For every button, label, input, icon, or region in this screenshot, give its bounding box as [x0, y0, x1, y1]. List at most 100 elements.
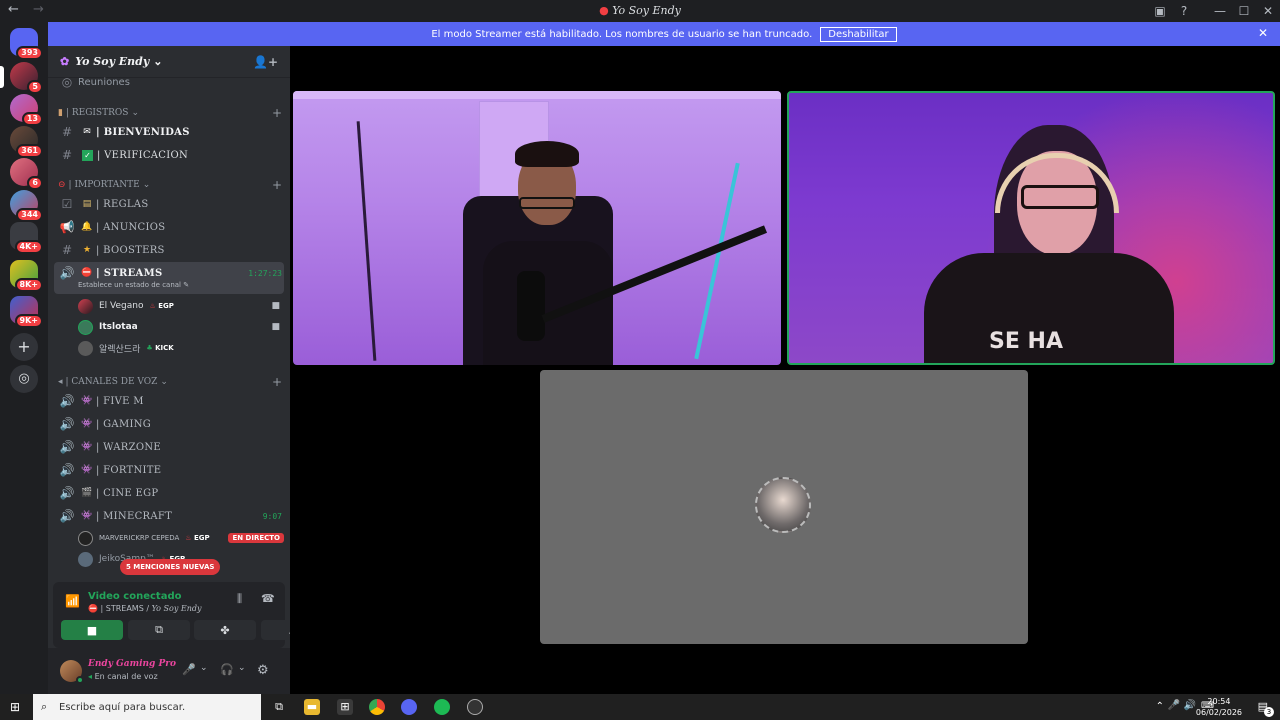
spotify-icon[interactable] [434, 699, 450, 715]
mic-icon[interactable]: 🎤 [182, 663, 196, 676]
window-controls: ▣ ? — ☐ ✕ [1148, 0, 1280, 22]
server-folder-icon[interactable]: 8K+ [10, 260, 43, 292]
obs-icon[interactable] [467, 699, 483, 715]
help-icon[interactable]: ? [1172, 4, 1196, 18]
mic-icon[interactable]: 🎤 [1168, 700, 1180, 711]
server-folder-icon[interactable]: 4K+ [10, 222, 43, 254]
gear-icon[interactable]: ⚙ [257, 663, 269, 678]
channel-cine-egp[interactable]: 🔊 🎬 | CINE EGP [56, 483, 284, 503]
video-tile[interactable] [293, 91, 781, 365]
light-pole [694, 162, 740, 360]
no-entry-icon: ⛔ [81, 268, 93, 278]
channel-verificacion[interactable]: # ✓ | VERIFICACION [56, 145, 284, 165]
close-icon[interactable]: ✕ [1258, 26, 1268, 40]
category-canales-de-voz[interactable]: ◂ | CANALES DE VOZ ⌄ + [58, 374, 284, 390]
channel-minecraft[interactable]: 🔊 👾 | MINECRAFT 9:07 [56, 506, 284, 526]
voice-timer: 9:07 [262, 511, 282, 521]
voice-speaker-icon: 🔊 [59, 394, 75, 408]
voice-user[interactable]: MARVERICKRP CEPEDA ♨ EGP EN DIRECTO [78, 528, 284, 548]
add-channel-icon[interactable]: + [272, 106, 282, 120]
signal-icon[interactable]: 📶 [65, 594, 80, 608]
file-explorer-icon[interactable]: ▬ [304, 699, 320, 715]
channel-anuncios[interactable]: 📢 🔔 | ANUNCIOS [56, 217, 284, 237]
camera-toggle-button[interactable]: ■ [61, 620, 123, 640]
chevron-down-icon: ⌄ [153, 55, 163, 68]
voice-user[interactable]: 알렉산드라 ♣ KICK [78, 338, 284, 358]
username[interactable]: Endy Gaming Pro [88, 659, 176, 669]
channel-reuniones[interactable]: ◎ Reuniones [56, 74, 284, 90]
disconnect-icon[interactable]: ☎ [261, 592, 275, 605]
server-icon[interactable]: 5 [10, 62, 43, 94]
add-server-icon[interactable]: + [10, 333, 38, 361]
discord-icon[interactable] [401, 699, 417, 715]
user-panel: Endy Gaming Pro ◂ En canal de voz 🎤 ⌄ 🎧 … [48, 648, 290, 694]
channel-reglas[interactable]: ☑ ▤ | REGLAS [56, 194, 284, 214]
channel-gaming[interactable]: 🔊 👾 | GAMING [56, 414, 284, 434]
invite-icon[interactable]: 👤+ [253, 55, 278, 69]
direct-messages-icon[interactable]: 393 [10, 28, 43, 60]
activities-button[interactable]: ✤ [194, 620, 256, 640]
chevron-up-icon[interactable]: ⌃ [1156, 701, 1164, 712]
channel-fortnite[interactable]: 🔊 👾 | FORTNITE [56, 460, 284, 480]
channel-streams[interactable]: 🔊 ⛔ | STREAMS 1:27:23 [56, 263, 284, 283]
channel-warzone[interactable]: 🔊 👾 | WARZONE [56, 437, 284, 457]
title-bar: ← → ● Yo Soy Endy ▣ ? — ☐ ✕ [0, 0, 1280, 22]
voice-connection-panel: 📶 Video conectado ⛔ | STREAMS / Yo Soy E… [53, 582, 323, 648]
category-importante[interactable]: ⊝ | IMPORTANTE ⌄ + [58, 177, 284, 193]
chevron-down-icon[interactable]: ⌄ [200, 663, 208, 673]
server-icon[interactable]: 13 [10, 94, 43, 126]
voice-user[interactable]: Itslotaa ■ [78, 317, 284, 337]
noise-suppression-icon[interactable]: ⫼ [237, 592, 242, 606]
windows-start-icon[interactable]: ⊞ [10, 700, 20, 714]
video-tile-camera-off[interactable] [540, 370, 1028, 644]
chrome-icon[interactable] [369, 699, 385, 715]
headphones-icon[interactable]: 🎧 [220, 663, 234, 676]
voice-user[interactable]: El Vegano ♨ EGP ■ [78, 296, 284, 316]
set-channel-status[interactable]: Establece un estado de canal ✎ [78, 281, 189, 289]
server-icon[interactable]: 361 [10, 126, 43, 158]
explore-icon[interactable]: ◎ [10, 365, 38, 393]
channel-sidebar: ✿ Yo Soy Endy ⌄ 👤+ ◎ Reuniones ▮ | REGIS… [48, 46, 323, 694]
clock[interactable]: 20:54 06/02/2026 [1196, 696, 1242, 718]
selected-pip [0, 66, 4, 88]
disable-streamer-button[interactable]: Deshabilitar [820, 26, 897, 42]
category-registros[interactable]: ▮ | REGISTROS ⌄ + [58, 105, 284, 121]
close-window-button[interactable]: ✕ [1256, 4, 1280, 18]
hashtag-icon: # [61, 125, 73, 139]
video-tile-speaking[interactable]: SE HA [787, 91, 1275, 365]
channel-bienvenidas[interactable]: # ✉ | BIENVENIDAS [56, 122, 284, 142]
connection-status[interactable]: Video conectado [88, 591, 181, 602]
taskbar-search[interactable]: ⌕ Escribe aquí para buscar. [33, 694, 261, 720]
new-mentions-pill[interactable]: 5 MENCIONES NUEVAS [120, 559, 221, 575]
connected-channel[interactable]: ⛔ | STREAMS / Yo Soy Endy [88, 604, 202, 613]
voice-speaker-icon: 🔊 [59, 266, 75, 280]
chevron-down-icon[interactable]: ⌄ [238, 663, 246, 673]
store-icon[interactable]: ⊞ [337, 699, 353, 715]
task-view-icon[interactable]: ⧉ [271, 699, 287, 715]
glasses [519, 197, 575, 209]
server-folder-icon[interactable]: 9K+ [10, 296, 43, 328]
check-icon: ✓ [82, 149, 93, 161]
add-channel-icon[interactable]: + [272, 375, 282, 389]
voice-speaker-icon: 🔊 [59, 417, 75, 431]
search-icon: ⌕ [41, 700, 48, 713]
channel-boosters[interactable]: # ★ | BOOSTERS [56, 240, 284, 260]
server-icon[interactable]: 6 [10, 158, 43, 190]
add-channel-icon[interactable]: + [272, 178, 282, 192]
screen-share-button[interactable]: ⧉ [128, 620, 190, 640]
server-icon[interactable]: 344 [10, 190, 43, 222]
speaker-icon: ◂ [58, 377, 63, 387]
voice-timer: 1:27:23 [248, 268, 282, 278]
minimize-button[interactable]: — [1208, 4, 1232, 18]
avatar [755, 477, 811, 533]
window-title: ● Yo Soy Endy [599, 4, 681, 17]
inbox-icon[interactable]: ▣ [1148, 4, 1172, 18]
maximize-button[interactable]: ☐ [1232, 4, 1256, 18]
volume-icon[interactable]: 🔊 [1184, 700, 1196, 711]
voice-speaker-icon: 🔊 [59, 440, 75, 454]
alien-icon: 👾 [81, 465, 93, 475]
bell-icon: 🔔 [81, 222, 93, 232]
server-icon: ● [599, 4, 609, 17]
avatar [78, 298, 93, 314]
channel-fivem[interactable]: 🔊 👾 | FIVE M [56, 391, 284, 411]
